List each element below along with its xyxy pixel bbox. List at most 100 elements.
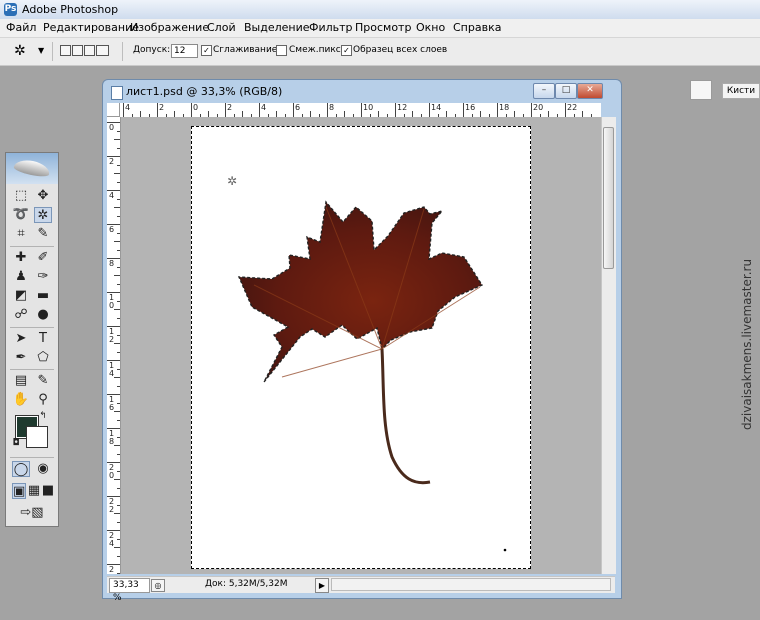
ruler-tick [565, 103, 566, 117]
vertical-scrollbar-thumb[interactable] [603, 127, 614, 269]
sample-all-layers-checkbox[interactable]: ✓ [341, 45, 352, 56]
marquee-tool-icon[interactable]: ⬚ [12, 188, 30, 204]
crop-tool-icon[interactable]: ⌗ [12, 226, 30, 242]
ruler-label: 22 [567, 103, 578, 112]
ruler-label: 16 [109, 395, 115, 412]
brush-tool-icon[interactable]: ✐ [34, 250, 52, 266]
ruler-label: 2 [227, 103, 233, 112]
ruler-origin[interactable] [107, 103, 120, 117]
shape-tool-icon[interactable]: ⬠ [34, 350, 52, 366]
horizontal-scrollbar[interactable] [331, 578, 611, 591]
photoshop-icon: Ps [4, 3, 17, 16]
leaf-stem [380, 348, 431, 485]
lasso-tool-icon[interactable]: ➰ [12, 207, 30, 223]
subtract-selection-button[interactable] [84, 45, 95, 56]
menu-filter[interactable]: Фильтр [309, 21, 353, 34]
document-info: Док: 5,32M/5,32M [205, 579, 288, 589]
tolerance-label: Допуск: [133, 45, 171, 55]
blur-tool-icon[interactable]: ☍ [12, 307, 30, 323]
menu-file[interactable]: Файл [6, 21, 36, 34]
menu-bar: Файл Редактирование Изображение Слой Выд… [0, 19, 760, 38]
brushes-tab[interactable]: Кисти [722, 83, 760, 99]
options-bar: ✲ ▼ Допуск: 12 ✓ Сглаживание Смеж.пикс ✓… [0, 38, 760, 100]
ruler-label: 6 [109, 225, 115, 234]
eyedropper-tool-icon[interactable]: ✎ [34, 373, 52, 389]
close-button[interactable]: ✕ [577, 83, 603, 99]
menu-layer[interactable]: Слой [207, 21, 236, 34]
screen-mode-full-icon[interactable]: ■ [41, 483, 55, 499]
hand-tool-icon[interactable]: ✋ [12, 392, 30, 408]
notes-tool-icon[interactable]: ▤ [12, 373, 30, 389]
menu-help[interactable]: Справка [453, 21, 501, 34]
divider [10, 246, 54, 247]
eraser-tool-icon[interactable]: ◩ [12, 288, 30, 304]
magic-wand-icon[interactable]: ✲ [14, 43, 26, 59]
ruler-tick [531, 103, 532, 117]
ruler-minor-tick [117, 266, 120, 268]
menu-view[interactable]: Просмотр [355, 21, 411, 34]
default-colors-icon[interactable]: ◘ [11, 438, 21, 448]
gradient-tool-icon[interactable]: ▬ [34, 288, 52, 304]
intersect-selection-button[interactable] [96, 45, 109, 56]
horizontal-ruler[interactable]: 4 2 0 2 4 6 8 10 12 14 16 18 20 22 [120, 103, 601, 118]
ruler-tick [123, 103, 124, 117]
canvas-area[interactable]: ✲ [121, 117, 602, 574]
standard-mode-icon[interactable]: ◯ [12, 461, 30, 477]
type-tool-icon[interactable]: T [34, 331, 52, 347]
ruler-minor-tick [117, 402, 120, 404]
vertical-ruler[interactable]: 02468101214161820222426 [107, 117, 121, 574]
toolbox-header[interactable] [6, 153, 58, 184]
zoom-level-field[interactable]: 33,33 % [109, 578, 150, 603]
document-canvas[interactable]: ✲ [191, 126, 531, 569]
clone-stamp-icon[interactable]: ♟ [12, 269, 30, 285]
ruler-minor-tick [117, 572, 120, 574]
ruler-label: 20 [109, 463, 115, 480]
feather-icon [12, 157, 52, 179]
status-menu-arrow-icon[interactable]: ▶ [315, 578, 329, 593]
status-icon[interactable]: ◎ [151, 579, 165, 592]
maximize-button[interactable]: □ [555, 83, 577, 99]
ruler-minor-tick [114, 275, 120, 276]
divider [10, 369, 54, 370]
zoom-tool-icon[interactable]: ⚲ [34, 392, 52, 408]
screen-mode-standard-icon[interactable]: ▣ [12, 483, 26, 499]
screen-mode-full-menu-icon[interactable]: ▦ [27, 483, 41, 499]
ruler-label: 0 [109, 123, 115, 132]
contiguous-checkbox[interactable] [276, 45, 287, 56]
new-selection-button[interactable] [60, 45, 71, 56]
tolerance-input[interactable]: 12 [171, 44, 198, 58]
ruler-label: 20 [533, 103, 544, 112]
title-bar: Ps Adobe Photoshop [0, 0, 760, 20]
vertical-scrollbar[interactable] [601, 117, 616, 574]
ruler-minor-tick [117, 368, 120, 370]
jump-to-imageready-icon[interactable]: ⇨▧ [12, 505, 52, 521]
contiguous-label: Смеж.пикс [289, 45, 341, 55]
toolbox: ⬚ ✥ ➰ ✲ ⌗ ✎ ✚ ✐ ♟ ✑ ◩ ▬ ☍ ● ➤ T ✒ ⬠ ▤ ✎ … [5, 152, 59, 527]
healing-brush-icon[interactable]: ✚ [12, 250, 30, 266]
antialias-label: Сглаживание [213, 45, 278, 55]
quick-mask-icon[interactable]: ◉ [34, 461, 52, 477]
menu-image[interactable]: Изображение [130, 21, 209, 34]
chevron-down-icon[interactable]: ▼ [38, 46, 44, 55]
ruler-minor-tick [117, 504, 120, 506]
ruler-minor-tick [117, 130, 120, 132]
ruler-label: 8 [109, 259, 115, 268]
background-color-swatch[interactable] [26, 426, 48, 448]
menu-edit[interactable]: Редактирование [43, 21, 139, 34]
ruler-minor-tick [117, 249, 120, 251]
minimize-button[interactable]: – [533, 83, 555, 99]
slice-tool-icon[interactable]: ✎ [34, 226, 52, 242]
magic-wand-tool-icon[interactable]: ✲ [34, 207, 52, 223]
add-selection-button[interactable] [72, 45, 83, 56]
menu-window[interactable]: Окно [416, 21, 445, 34]
swap-colors-icon[interactable]: ↰ [38, 411, 48, 421]
history-brush-icon[interactable]: ✑ [34, 269, 52, 285]
ruler-label: 0 [193, 103, 199, 112]
dodge-tool-icon[interactable]: ● [34, 307, 52, 323]
antialias-checkbox[interactable]: ✓ [201, 45, 212, 56]
pen-tool-icon[interactable]: ✒ [12, 350, 30, 366]
palette-well-icon[interactable] [690, 80, 712, 100]
menu-select[interactable]: Выделение [244, 21, 310, 34]
path-selection-icon[interactable]: ➤ [12, 331, 30, 347]
move-tool-icon[interactable]: ✥ [34, 188, 52, 204]
